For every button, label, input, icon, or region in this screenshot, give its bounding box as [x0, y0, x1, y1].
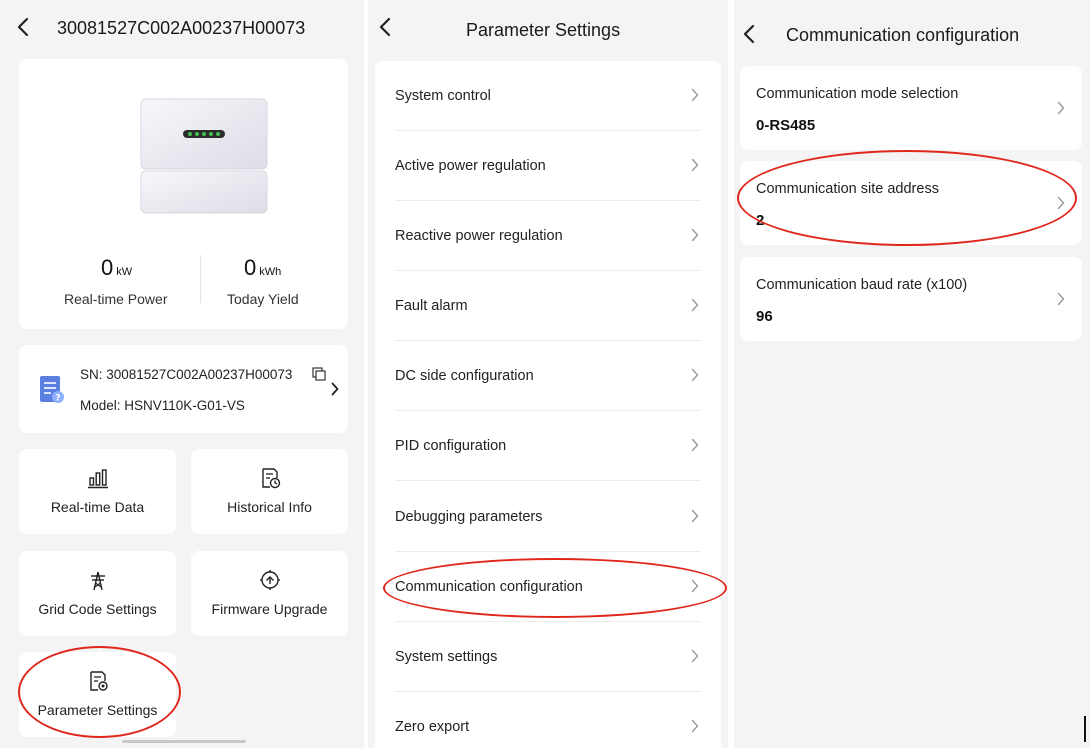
chevron-right-icon: [691, 438, 699, 452]
menu-item-label: Debugging parameters: [395, 509, 543, 525]
chevron-right-icon: [691, 158, 699, 172]
chevron-right-icon: [691, 368, 699, 382]
device-summary-card: 0 kW Real-time Power 0 kWh Today Yield: [19, 59, 348, 329]
home-indicator: [122, 740, 246, 743]
parameter-settings-panel: Parameter Settings System control Active…: [368, 0, 728, 748]
today-yield-label: Today Yield: [227, 291, 299, 307]
upgrade-icon: [259, 569, 281, 591]
menu-item-active-power-regulation[interactable]: Active power regulation: [375, 131, 721, 201]
power-tower-icon: [87, 569, 109, 591]
tile-label: Parameter Settings: [37, 702, 158, 718]
tile-grid-code-settings[interactable]: Grid Code Settings: [19, 551, 176, 636]
chevron-right-icon: [691, 88, 699, 102]
document-help-icon: ?: [39, 375, 65, 405]
svg-text:?: ?: [55, 394, 60, 404]
setting-label: Communication mode selection: [756, 86, 959, 102]
menu-item-fault-alarm[interactable]: Fault alarm: [375, 271, 721, 341]
setting-communication-baud-rate[interactable]: Communication baud rate (x100) 96: [740, 257, 1082, 341]
tile-label: Historical Info: [227, 499, 312, 515]
history-document-icon: [259, 467, 281, 489]
setting-value: 0-RS485: [756, 117, 816, 134]
tile-label: Grid Code Settings: [38, 601, 157, 617]
menu-item-zero-export[interactable]: Zero export: [375, 692, 721, 748]
tile-historical-info[interactable]: Historical Info: [191, 449, 348, 534]
bar-chart-icon: [87, 467, 109, 489]
chevron-right-icon: [691, 298, 699, 312]
tile-parameter-settings[interactable]: Parameter Settings: [19, 652, 176, 737]
device-title: 30081527C002A00237H00073: [57, 18, 306, 38]
parameter-header: Parameter Settings: [368, 0, 728, 58]
copy-icon[interactable]: [312, 367, 326, 381]
back-button[interactable]: [376, 16, 394, 38]
chevron-right-icon: [691, 228, 699, 242]
communication-title: Communication configuration: [786, 25, 1020, 45]
realtime-power-label: Real-time Power: [64, 291, 168, 307]
chevron-left-icon: [379, 17, 391, 37]
menu-item-label: Zero export: [395, 719, 470, 735]
menu-item-label: DC side configuration: [395, 368, 534, 384]
menu-item-label: Communication configuration: [395, 579, 583, 595]
menu-item-label: System settings: [395, 649, 498, 665]
setting-communication-site-address[interactable]: Communication site address 2: [740, 161, 1082, 245]
setting-label: Communication site address: [756, 181, 939, 197]
communication-header: Communication configuration: [734, 0, 1090, 58]
setting-value: 2: [756, 212, 765, 229]
tile-label: Firmware Upgrade: [211, 601, 328, 617]
menu-item-system-control[interactable]: System control: [375, 61, 721, 131]
setting-label: Communication baud rate (x100): [756, 277, 968, 293]
communication-configuration-panel: Communication configuration Communicatio…: [734, 0, 1090, 748]
inverter-image: [139, 97, 269, 215]
menu-item-dc-side-configuration[interactable]: DC side configuration: [375, 341, 721, 411]
chevron-left-icon: [743, 24, 755, 44]
chevron-right-icon: [1057, 196, 1065, 210]
chevron-right-icon: [1057, 101, 1065, 115]
setting-communication-mode[interactable]: Communication mode selection 0-RS485: [740, 66, 1082, 150]
menu-item-reactive-power-regulation[interactable]: Reactive power regulation: [375, 201, 721, 271]
menu-item-label: PID configuration: [395, 438, 507, 454]
metric-divider: [200, 255, 201, 303]
settings-document-icon: [87, 670, 109, 692]
chevron-right-icon: [691, 579, 699, 593]
chevron-right-icon: [691, 649, 699, 663]
back-button[interactable]: [740, 23, 758, 45]
chevron-right-icon: [331, 382, 339, 396]
menu-item-label: Active power regulation: [395, 158, 546, 174]
tile-realtime-data[interactable]: Real-time Data: [19, 449, 176, 534]
menu-item-system-settings[interactable]: System settings: [375, 622, 721, 692]
device-info-card[interactable]: ? SN: 30081527C002A00237H00073 Model: HS…: [19, 345, 348, 433]
model-number: Model: HSNV110K-G01-VS: [80, 398, 245, 413]
divider: [395, 480, 701, 481]
serial-number: SN: 30081527C002A00237H00073: [80, 367, 293, 382]
back-button[interactable]: [14, 16, 32, 38]
parameter-title: Parameter Settings: [466, 20, 621, 40]
chevron-right-icon: [691, 719, 699, 733]
menu-item-label: System control: [395, 88, 491, 104]
tile-firmware-upgrade[interactable]: Firmware Upgrade: [191, 551, 348, 636]
setting-value: 96: [756, 308, 773, 325]
today-yield-value: 0 kWh: [244, 255, 282, 280]
device-panel: 30081527C002A00237H00073 0 kW Real-time …: [0, 0, 364, 748]
menu-item-pid-configuration[interactable]: PID configuration: [375, 411, 721, 481]
text-cursor: [1084, 716, 1086, 742]
menu-item-label: Fault alarm: [395, 298, 468, 314]
menu-item-communication-configuration[interactable]: Communication configuration: [375, 552, 721, 622]
menu-item-label: Reactive power regulation: [395, 228, 563, 244]
chevron-left-icon: [17, 17, 29, 37]
chevron-right-icon: [691, 509, 699, 523]
device-header: 30081527C002A00237H00073: [0, 0, 364, 58]
tile-label: Real-time Data: [50, 499, 145, 515]
realtime-power-value: 0 kW: [101, 255, 133, 280]
menu-item-debugging-parameters[interactable]: Debugging parameters: [375, 482, 721, 552]
chevron-right-icon: [1057, 292, 1065, 306]
